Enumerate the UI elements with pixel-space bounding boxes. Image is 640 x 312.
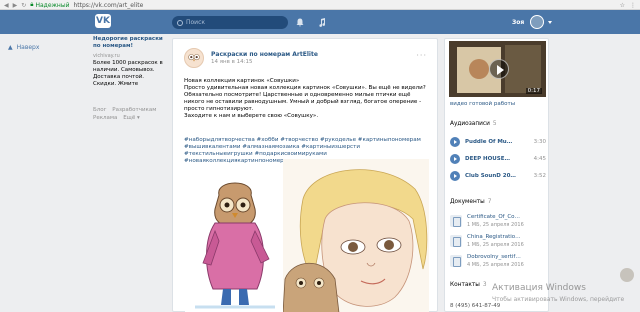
lock-icon: 🔒︎: [30, 1, 34, 8]
audio-section-title[interactable]: Аудиозаписи 5: [450, 121, 497, 127]
audio-track[interactable]: Club SounD 20… 3:52: [450, 170, 546, 182]
secure-label: Надежный: [35, 1, 70, 9]
bell-icon[interactable]: [296, 18, 304, 27]
document-icon: [450, 215, 462, 227]
forward-arrow-icon[interactable]: ▶: [13, 2, 18, 9]
track-duration: 3:52: [533, 173, 546, 179]
document-item[interactable]: Dobrovolny_sertif… 4 МБ, 25 апреля 2016: [450, 253, 546, 271]
video-title[interactable]: видео готовой работы: [450, 101, 515, 107]
star-icon[interactable]: ☆: [620, 2, 625, 9]
play-icon[interactable]: [450, 154, 460, 164]
post-text-line: никого не оставили равнодушным. Умный и …: [184, 99, 422, 105]
track-name[interactable]: Puddle Of Mu…: [465, 139, 520, 145]
contacts-count: 3: [482, 282, 487, 288]
reload-icon[interactable]: ↻: [21, 2, 26, 9]
track-duration: 3:30: [533, 139, 546, 145]
audio-title: Аудиозаписи: [450, 121, 490, 127]
search-icon: [177, 19, 183, 26]
post-text-line: Новая коллекция картинок «Совушки»: [184, 78, 300, 84]
post-author[interactable]: Раскраски по номерам ArtElite: [211, 51, 318, 58]
documents-count: 7: [487, 199, 492, 205]
ad-text[interactable]: Более 1000 раскрасок в наличии. Самовыво…: [93, 60, 163, 88]
user-avatar[interactable]: [530, 15, 544, 29]
play-icon[interactable]: [450, 171, 460, 181]
track-name[interactable]: DEEP HOUSE…: [465, 156, 520, 162]
chevron-down-icon[interactable]: [548, 21, 552, 24]
track-name[interactable]: Club SounD 20…: [465, 173, 520, 179]
girl-with-owl-illustration[interactable]: [283, 159, 429, 312]
url-field[interactable]: https://vk.com/art_elite: [73, 2, 143, 9]
arrow-up-icon: ▲: [8, 44, 13, 51]
group-sidebar: 0:17 видео готовой работы Аудиозаписи 5 P…: [444, 38, 549, 312]
document-icon: [450, 235, 462, 247]
scroll-top-link[interactable]: ▲ Наверх: [8, 44, 39, 51]
document-item[interactable]: China_Registratio… 1 МБ, 25 апреля 2016: [450, 233, 546, 251]
windows-activation-title: Активация Windows: [492, 283, 586, 293]
contacts-title: Контакты: [450, 282, 480, 288]
audio-track[interactable]: DEEP HOUSE… 4:45: [450, 153, 546, 165]
browser-nav: ◀ ▶ ↻ 🔒︎ Надежный https://vk.com/art_eli…: [4, 0, 143, 10]
search-box[interactable]: [172, 16, 288, 29]
post-text-line: Обязательно посмотрите! Царственные и од…: [184, 92, 411, 98]
footer-link-more[interactable]: Ещё ▾: [123, 115, 140, 121]
track-duration: 4:45: [533, 156, 546, 162]
document-name[interactable]: China_Registratio…: [467, 234, 545, 240]
post-text-line: просто гипнотизируют.: [184, 106, 254, 112]
play-icon[interactable]: [450, 137, 460, 147]
music-icon[interactable]: [318, 18, 326, 27]
group-avatar[interactable]: [184, 48, 204, 68]
vk-logo[interactable]: VK: [95, 14, 111, 28]
browser-actions: ☆ ⋮: [620, 0, 636, 10]
play-icon[interactable]: [489, 59, 509, 79]
post-time[interactable]: 14 янв в 14:15: [211, 59, 252, 65]
footer-link-developers[interactable]: Разработчикам: [112, 107, 156, 113]
footer-link-ads[interactable]: Реклама: [93, 115, 117, 121]
browser-address-bar: ◀ ▶ ↻ 🔒︎ Надежный https://vk.com/art_eli…: [0, 0, 640, 10]
user-name[interactable]: Зоя: [512, 19, 524, 26]
document-icon: [450, 255, 462, 267]
audio-count: 5: [492, 121, 497, 127]
video-duration: 0:17: [525, 88, 542, 94]
document-meta: 1 МБ, 25 апреля 2016: [467, 242, 524, 248]
scroll-top-label: Наверх: [16, 44, 40, 51]
document-item[interactable]: Certificate_Of_Co… 1 МБ, 25 апреля 2016: [450, 213, 546, 231]
post-text-line: Заходите к нам и выберете свою «Совушку»…: [184, 113, 319, 119]
document-meta: 4 МБ, 25 апреля 2016: [467, 262, 524, 268]
document-meta: 1 МБ, 25 апреля 2016: [467, 222, 524, 228]
audio-track[interactable]: Puddle Of Mu… 3:30: [450, 136, 546, 148]
document-name[interactable]: Dobrovolny_sertif…: [467, 254, 545, 260]
documents-title: Документы: [450, 199, 485, 205]
more-options-icon[interactable]: ···: [416, 51, 427, 60]
post-text: Новая коллекция картинок «Совушки» Прост…: [184, 78, 430, 120]
chat-avatar[interactable]: [620, 268, 634, 282]
ad-title[interactable]: Недорогие раскраски по номерам!: [93, 36, 163, 50]
document-name[interactable]: Certificate_Of_Co…: [467, 214, 545, 220]
menu-icon[interactable]: ⋮: [630, 2, 636, 9]
wall-post: Раскраски по номерам ArtElite 14 янв в 1…: [172, 38, 438, 312]
post-text-line: Просто удивительная новая коллекция карт…: [184, 85, 426, 91]
search-input[interactable]: [186, 19, 286, 26]
owl-illustration[interactable]: [185, 171, 285, 312]
contacts-section-title[interactable]: Контакты 3: [450, 282, 487, 288]
footer-link-blog[interactable]: Блог: [93, 107, 107, 113]
ad-domain[interactable]: vichivay.ru: [93, 53, 120, 59]
footer-links: Блог Разработчикам Реклама Ещё ▾: [93, 106, 163, 122]
documents-section-title[interactable]: Документы 7: [450, 199, 491, 205]
windows-activation-text: Чтобы активировать Windows, перейдите: [492, 296, 625, 303]
contact-phone[interactable]: 8 (495) 641-87-49: [450, 303, 500, 309]
video-thumbnail[interactable]: 0:17: [449, 41, 546, 97]
back-arrow-icon[interactable]: ◀: [4, 2, 9, 9]
